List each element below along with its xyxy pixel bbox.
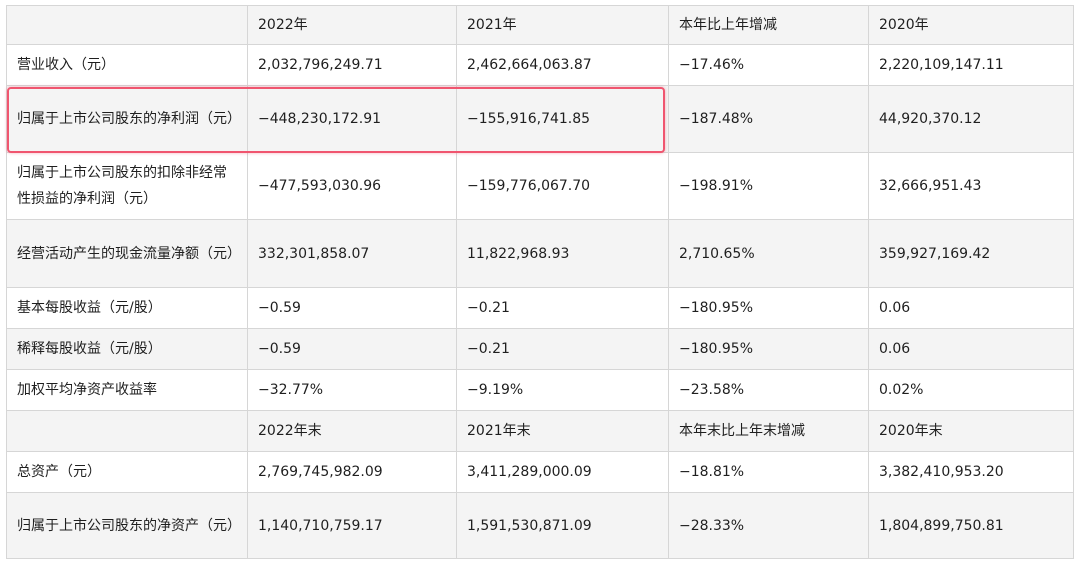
table-header-row: 2022年末 2021年末 本年末比上年末增减 2020年末	[6, 410, 1074, 452]
table-row: 经营活动产生的现金流量净额（元） 332,301,858.07 11,822,9…	[6, 219, 1074, 288]
table-cell: 2,769,745,982.09	[247, 451, 457, 493]
table-cell: 2,710.65%	[668, 219, 869, 288]
table-cell: −32.77%	[247, 369, 457, 411]
header-cell: 本年末比上年末增减	[668, 410, 869, 452]
row-label: 稀释每股收益（元/股）	[6, 328, 248, 370]
table-cell: 2,220,109,147.11	[868, 44, 1074, 86]
table-cell: 3,411,289,000.09	[456, 451, 669, 493]
table-row: 归属于上市公司股东的净资产（元） 1,140,710,759.17 1,591,…	[6, 492, 1074, 559]
table-cell: −180.95%	[668, 287, 869, 329]
table-cell: 0.02%	[868, 369, 1074, 411]
financial-summary-table: 2022年 2021年 本年比上年增减 2020年 营业收入（元） 2,032,…	[6, 5, 1074, 559]
row-label: 基本每股收益（元/股）	[6, 287, 248, 329]
table-cell: 32,666,951.43	[868, 152, 1074, 220]
header-cell: 本年比上年增减	[668, 5, 869, 45]
table-cell: −448,230,172.91	[247, 85, 457, 153]
table-cell: −0.21	[456, 287, 669, 329]
table-cell: 11,822,968.93	[456, 219, 669, 288]
table-cell: 1,804,899,750.81	[868, 492, 1074, 559]
table-cell: 332,301,858.07	[247, 219, 457, 288]
table-cell: 3,382,410,953.20	[868, 451, 1074, 493]
table-cell: 2,462,664,063.87	[456, 44, 669, 86]
table-cell: 1,591,530,871.09	[456, 492, 669, 559]
table-cell: −187.48%	[668, 85, 869, 153]
row-label: 归属于上市公司股东的净资产（元）	[6, 492, 248, 559]
header-cell: 2022年末	[247, 410, 457, 452]
table-cell: −477,593,030.96	[247, 152, 457, 220]
table-row: 总资产（元） 2,769,745,982.09 3,411,289,000.09…	[6, 451, 1074, 493]
table-cell: −155,916,741.85	[456, 85, 669, 153]
row-label: 归属于上市公司股东的净利润（元）	[6, 85, 248, 153]
table-cell: −0.59	[247, 287, 457, 329]
table-cell: 2,032,796,249.71	[247, 44, 457, 86]
table-cell: −23.58%	[668, 369, 869, 411]
header-cell: 2022年	[247, 5, 457, 45]
header-cell	[6, 410, 248, 452]
header-cell: 2020年末	[868, 410, 1074, 452]
header-cell: 2021年末	[456, 410, 669, 452]
table-cell: −18.81%	[668, 451, 869, 493]
row-label: 经营活动产生的现金流量净额（元）	[6, 219, 248, 288]
table-row: 归属于上市公司股东的扣除非经常性损益的净利润（元） −477,593,030.9…	[6, 152, 1074, 220]
table-cell: −198.91%	[668, 152, 869, 220]
table-cell: 0.06	[868, 287, 1074, 329]
table-cell: 359,927,169.42	[868, 219, 1074, 288]
row-label: 加权平均净资产收益率	[6, 369, 248, 411]
table-cell: −9.19%	[456, 369, 669, 411]
table-row: 归属于上市公司股东的净利润（元） −448,230,172.91 −155,91…	[6, 85, 1074, 153]
header-cell: 2021年	[456, 5, 669, 45]
row-label: 总资产（元）	[6, 451, 248, 493]
table-row: 稀释每股收益（元/股） −0.59 −0.21 −180.95% 0.06	[6, 328, 1074, 370]
table-row: 基本每股收益（元/股） −0.59 −0.21 −180.95% 0.06	[6, 287, 1074, 329]
table-cell: 44,920,370.12	[868, 85, 1074, 153]
table-cell: 1,140,710,759.17	[247, 492, 457, 559]
row-label: 营业收入（元）	[6, 44, 248, 86]
header-cell: 2020年	[868, 5, 1074, 45]
table-row: 加权平均净资产收益率 −32.77% −9.19% −23.58% 0.02%	[6, 369, 1074, 411]
table-header-row: 2022年 2021年 本年比上年增减 2020年	[6, 5, 1074, 45]
table-cell: −17.46%	[668, 44, 869, 86]
table-row: 营业收入（元） 2,032,796,249.71 2,462,664,063.8…	[6, 44, 1074, 86]
row-label: 归属于上市公司股东的扣除非经常性损益的净利润（元）	[6, 152, 248, 220]
table-cell: 0.06	[868, 328, 1074, 370]
table-cell: −28.33%	[668, 492, 869, 559]
table-cell: −0.21	[456, 328, 669, 370]
table-cell: −159,776,067.70	[456, 152, 669, 220]
table-cell: −180.95%	[668, 328, 869, 370]
table-cell: −0.59	[247, 328, 457, 370]
header-cell	[6, 5, 248, 45]
